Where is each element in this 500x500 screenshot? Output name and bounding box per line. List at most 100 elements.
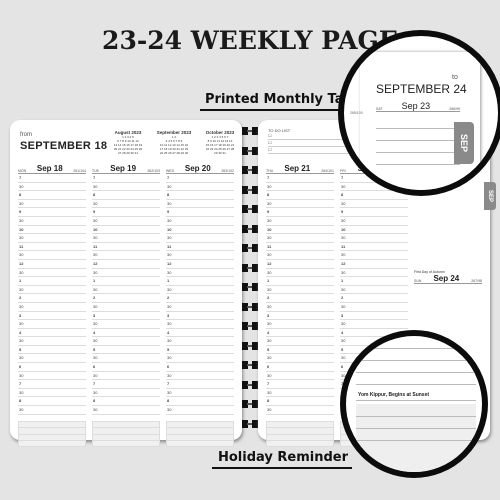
half-hour-row[interactable]: 30 [166, 372, 234, 381]
half-hour-row[interactable]: 30 [166, 200, 234, 209]
hour-row[interactable]: 7 [18, 380, 86, 389]
hour-row[interactable]: 10 [92, 226, 160, 235]
half-hour-row[interactable]: 30 [166, 183, 234, 192]
hour-row[interactable]: 7 [92, 174, 160, 183]
hour-row[interactable]: 1 [166, 277, 234, 286]
hour-row[interactable]: 2 [166, 294, 234, 303]
half-hour-row[interactable]: 30 [18, 200, 86, 209]
half-hour-row[interactable]: 30 [18, 372, 86, 381]
half-hour-row[interactable]: 30 [92, 372, 160, 381]
half-hour-row[interactable]: 30 [266, 406, 334, 415]
half-hour-row[interactable]: 30 [166, 354, 234, 364]
month-tab-sep[interactable]: SEP [484, 182, 496, 210]
half-hour-row[interactable]: 30 [266, 286, 334, 295]
half-hour-row[interactable]: 30 [18, 217, 86, 226]
hour-row[interactable]: 11 [266, 243, 334, 252]
hour-row[interactable]: 8 [18, 191, 86, 200]
hour-row[interactable]: 1 [340, 277, 408, 286]
hour-row[interactable]: 5 [166, 346, 234, 355]
half-hour-row[interactable]: 30 [92, 286, 160, 295]
todo-checkbox[interactable]: ☐ [268, 147, 348, 154]
hour-row[interactable]: 1 [92, 277, 160, 286]
hour-row[interactable]: 8 [266, 397, 334, 407]
half-hour-row[interactable]: 30 [266, 303, 334, 312]
hour-row[interactable]: 8 [266, 191, 334, 200]
hour-row[interactable]: 3 [92, 312, 160, 321]
hour-row[interactable]: 7 [166, 380, 234, 389]
half-hour-row[interactable]: 30 [166, 320, 234, 329]
half-hour-row[interactable]: 30 [18, 286, 86, 295]
hour-row[interactable]: 8 [92, 397, 160, 407]
half-hour-row[interactable]: 30 [340, 303, 408, 312]
half-hour-row[interactable]: 30 [266, 372, 334, 381]
hour-row[interactable]: 11 [92, 243, 160, 252]
hour-row[interactable]: 11 [18, 243, 86, 252]
hour-row[interactable]: 4 [166, 329, 234, 338]
hour-row[interactable]: 12 [92, 260, 160, 269]
hour-row[interactable]: 8 [18, 397, 86, 407]
half-hour-row[interactable]: 30 [18, 183, 86, 192]
half-hour-row[interactable]: 30 [340, 200, 408, 209]
half-hour-row[interactable]: 30 [18, 234, 86, 243]
hour-row[interactable]: 10 [266, 226, 334, 235]
half-hour-row[interactable]: 30 [18, 303, 86, 312]
half-hour-row[interactable]: 30 [92, 251, 160, 260]
half-hour-row[interactable]: 30 [166, 389, 234, 398]
hour-row[interactable]: 6 [18, 363, 86, 372]
notes-box[interactable] [92, 420, 160, 447]
hour-row[interactable]: 12 [18, 260, 86, 269]
half-hour-row[interactable]: 30 [92, 389, 160, 398]
hour-row[interactable]: 4 [18, 329, 86, 338]
half-hour-row[interactable]: 30 [166, 303, 234, 312]
notes-box[interactable] [166, 420, 234, 447]
hour-row[interactable]: 8 [166, 397, 234, 407]
half-hour-row[interactable]: 30 [18, 269, 86, 278]
half-hour-row[interactable]: 30 [166, 251, 234, 260]
hour-row[interactable]: 1 [18, 277, 86, 286]
half-hour-row[interactable]: 30 [92, 354, 160, 364]
hour-row[interactable]: 6 [92, 363, 160, 372]
notes-box[interactable] [18, 420, 86, 447]
half-hour-row[interactable]: 30 [166, 234, 234, 243]
half-hour-row[interactable]: 30 [92, 269, 160, 278]
half-hour-row[interactable]: 30 [340, 234, 408, 243]
half-hour-row[interactable]: 30 [92, 234, 160, 243]
hour-row[interactable]: 5 [92, 346, 160, 355]
hour-row[interactable]: 7 [266, 174, 334, 183]
hour-row[interactable]: 12 [266, 260, 334, 269]
half-hour-row[interactable]: 30 [340, 217, 408, 226]
hour-row[interactable]: 11 [340, 243, 408, 252]
hour-row[interactable]: 1 [266, 277, 334, 286]
month-tab-sep[interactable]: SEP [454, 122, 474, 164]
half-hour-row[interactable]: 30 [18, 389, 86, 398]
half-hour-row[interactable]: 30 [266, 200, 334, 209]
hour-row[interactable]: 2 [340, 294, 408, 303]
notes-box[interactable] [266, 420, 334, 447]
hour-row[interactable]: 3 [340, 312, 408, 321]
hour-row[interactable]: 3 [18, 312, 86, 321]
half-hour-row[interactable]: 30 [266, 251, 334, 260]
hour-row[interactable]: 8 [166, 191, 234, 200]
half-hour-row[interactable]: 30 [340, 269, 408, 278]
hour-row[interactable]: 5 [18, 346, 86, 355]
half-hour-row[interactable]: 30 [166, 217, 234, 226]
half-hour-row[interactable]: 30 [92, 406, 160, 415]
half-hour-row[interactable]: 30 [266, 320, 334, 329]
hour-row[interactable]: 9 [92, 208, 160, 217]
half-hour-row[interactable]: 30 [340, 251, 408, 260]
hour-row[interactable]: 10 [340, 226, 408, 235]
hour-row[interactable]: 2 [92, 294, 160, 303]
hour-row[interactable]: 3 [166, 312, 234, 321]
half-hour-row[interactable]: 30 [18, 251, 86, 260]
hour-row[interactable]: 5 [266, 346, 334, 355]
hour-row[interactable]: 7 [166, 174, 234, 183]
hour-row[interactable]: 3 [266, 312, 334, 321]
half-hour-row[interactable]: 30 [18, 337, 86, 346]
hour-row[interactable]: 10 [18, 226, 86, 235]
half-hour-row[interactable]: 30 [18, 320, 86, 329]
half-hour-row[interactable]: 30 [266, 183, 334, 192]
half-hour-row[interactable]: 30 [266, 269, 334, 278]
hour-row[interactable]: 6 [166, 363, 234, 372]
hour-row[interactable]: 11 [166, 243, 234, 252]
half-hour-row[interactable]: 30 [266, 337, 334, 346]
